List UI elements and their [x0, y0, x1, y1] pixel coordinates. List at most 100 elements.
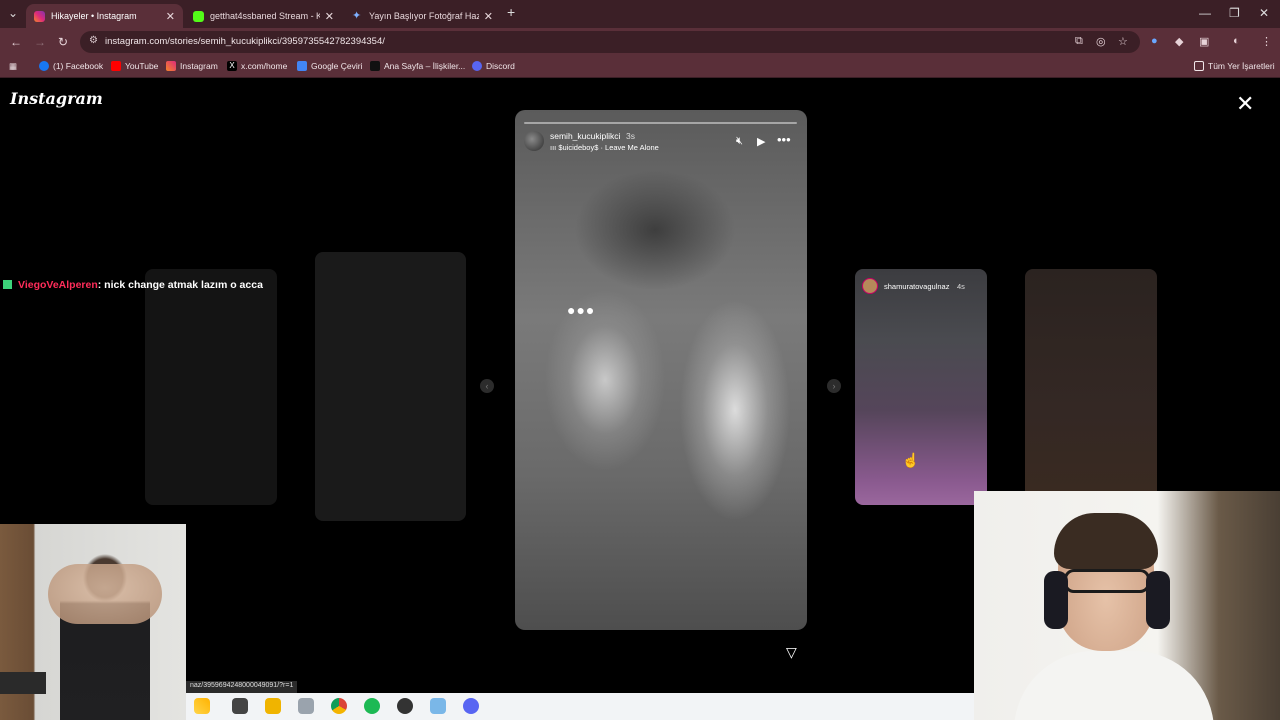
widgets-icon[interactable] [194, 698, 210, 714]
bookmark-label: x.com/home [241, 61, 288, 71]
chat-message: : nick change atmak lazım o acca [97, 279, 263, 291]
tab-title: Yayın Başlıyor Fotoğraf Hazırla [369, 11, 479, 21]
url-text[interactable]: instagram.com/stories/semih_kucukiplikci… [105, 36, 385, 47]
extension-icon[interactable]: ◆ [1175, 35, 1183, 48]
extension-skype-icon[interactable]: ● [1151, 35, 1158, 47]
close-tab-icon[interactable]: ✕ [166, 10, 175, 23]
bookmark-youtube[interactable]: YouTube [111, 61, 158, 71]
loading-dots-icon: ●●● [567, 302, 596, 318]
story-preview-prev-2[interactable] [145, 269, 277, 505]
webcam-overlay-left [0, 524, 186, 720]
discord-icon[interactable] [463, 698, 479, 714]
profile-avatar[interactable]: ◐ [1233, 35, 1240, 47]
all-bookmarks-label: Tüm Yer İşaretleri [1208, 61, 1275, 71]
facebook-icon [39, 61, 49, 71]
bookmark-label: Ana Sayfa – İlişkiler... [384, 61, 466, 71]
minimize-icon[interactable]: — [1199, 6, 1211, 20]
close-stories-icon[interactable]: ✕ [1236, 93, 1254, 115]
mini-overlay-box [0, 672, 46, 694]
chat-badge-icon [3, 280, 12, 289]
more-options-icon[interactable]: ••• [777, 132, 791, 147]
story-preview-next-2[interactable] [1025, 269, 1157, 505]
active-story[interactable]: semih_kucukiplikci 3s ııı $uicideboy$ · … [515, 110, 807, 630]
tab-title: getthat4ssbaned Stream - Kick [210, 11, 320, 21]
tab-title: Hikayeler • Instagram [51, 11, 137, 21]
avatar[interactable] [524, 131, 544, 151]
bookmark-facebook[interactable]: (1) Facebook [39, 61, 103, 71]
restore-icon[interactable]: ❐ [1229, 6, 1240, 20]
headphones-right-icon [1146, 571, 1170, 629]
story-music-label: $uicideboy$ · Leave Me Alone [558, 143, 659, 152]
mute-icon[interactable]: 🔇︎ [736, 135, 743, 148]
bookmarks-bar: ▦ (1) Facebook YouTube Instagram Xx.com/… [0, 56, 1280, 78]
person-hair [1054, 513, 1158, 569]
person-body [1014, 651, 1214, 720]
extensions-puzzle-icon[interactable]: ▣ [1199, 35, 1209, 48]
prev-story-arrow-icon[interactable]: ‹ [480, 379, 494, 393]
story-music[interactable]: ııı $uicideboy$ · Leave Me Alone [550, 143, 659, 152]
bookmark-x[interactable]: Xx.com/home [227, 61, 287, 71]
forward-icon[interactable]: → [34, 35, 46, 49]
snipping-tool-icon[interactable] [298, 698, 314, 714]
status-bar-url: naz/3959694248000049091/?r=1 [186, 681, 298, 693]
bookmark-discord[interactable]: Discord [472, 61, 515, 71]
instagram-logo[interactable]: Instagram [10, 89, 103, 108]
story-username[interactable]: semih_kucukiplikci [550, 131, 620, 141]
story-time: 3s [626, 131, 635, 141]
address-bar[interactable]: ⚙ instagram.com/stories/semih_kucukiplik… [80, 31, 1140, 53]
chrome-icon[interactable] [331, 698, 347, 714]
webcam-overlay-right [974, 491, 1280, 720]
glasses-icon [1064, 569, 1150, 593]
story-username[interactable]: shamuratovagulnaz [884, 282, 949, 291]
all-bookmarks-button[interactable]: Tüm Yer İşaretleri [1194, 61, 1275, 71]
avatar[interactable] [862, 278, 878, 294]
next-story-arrow-icon[interactable]: › [827, 379, 841, 393]
apps-grid-icon[interactable]: ▦ [9, 61, 17, 72]
spotify-icon[interactable] [364, 698, 380, 714]
story-preview-next-1[interactable]: shamuratovagulnaz 4s [855, 269, 987, 505]
tab-instagram[interactable]: Hikayeler • Instagram ✕ [26, 4, 183, 28]
bookmark-label: (1) Facebook [53, 61, 104, 71]
bookmark-label: YouTube [125, 61, 159, 71]
reload-icon[interactable]: ↻ [58, 35, 68, 49]
story-time: 4s [957, 282, 965, 291]
toolbar: ← → ↻ ⚙ instagram.com/stories/semih_kucu… [0, 28, 1280, 56]
os-taskbar [186, 693, 974, 720]
page-icon [370, 61, 380, 71]
site-info-icon[interactable]: ⚙ [89, 35, 98, 46]
bookmark-star-icon[interactable]: ☆ [1118, 35, 1128, 48]
send-story-icon[interactable]: ▽ [786, 644, 797, 661]
bookmark-anasayfa[interactable]: Ana Sayfa – İlişkiler... [370, 61, 465, 71]
close-window-icon[interactable]: ✕ [1259, 6, 1269, 20]
close-tab-icon[interactable]: ✕ [484, 10, 493, 23]
install-app-icon[interactable]: ⧉ [1075, 35, 1083, 48]
folder-icon [1194, 61, 1204, 71]
kick-icon [193, 10, 204, 22]
file-explorer-icon[interactable] [265, 698, 281, 714]
new-tab-button[interactable]: + [507, 4, 515, 20]
tab-search-icon[interactable]: ⌄ [8, 6, 18, 20]
task-view-icon[interactable] [232, 698, 248, 714]
story-preview-prev-1[interactable] [315, 252, 466, 521]
bookmark-instagram[interactable]: Instagram [166, 61, 218, 71]
play-icon[interactable]: ▶ [757, 135, 765, 148]
youtube-icon [111, 61, 121, 71]
obs-icon[interactable] [397, 698, 413, 714]
x-icon: X [227, 61, 237, 71]
menu-kebab-icon[interactable]: ⋮ [1261, 35, 1272, 48]
tracking-off-icon[interactable]: ◎ [1096, 35, 1106, 48]
app-icon[interactable] [430, 698, 446, 714]
discord-icon [472, 61, 482, 71]
tab-gemini[interactable]: ✦ Yayın Başlıyor Fotoğraf Hazırla ✕ [344, 4, 501, 28]
bookmark-label: Instagram [180, 61, 218, 71]
instagram-icon [166, 61, 176, 71]
tab-bar: ⌄ Hikayeler • Instagram ✕ getthat4ssbane… [0, 0, 1280, 28]
tab-kick[interactable]: getthat4ssbaned Stream - Kick ✕ [185, 4, 342, 28]
close-tab-icon[interactable]: ✕ [325, 10, 334, 23]
back-icon[interactable]: ← [10, 35, 22, 49]
headphones-left-icon [1044, 571, 1068, 629]
stream-chat-overlay: ViegoVeAlperen: nick change atmak lazım … [3, 279, 263, 291]
story-progress-bar [524, 122, 797, 124]
bookmark-translate[interactable]: Google Çeviri [297, 61, 363, 71]
gemini-icon: ✦ [352, 9, 362, 22]
